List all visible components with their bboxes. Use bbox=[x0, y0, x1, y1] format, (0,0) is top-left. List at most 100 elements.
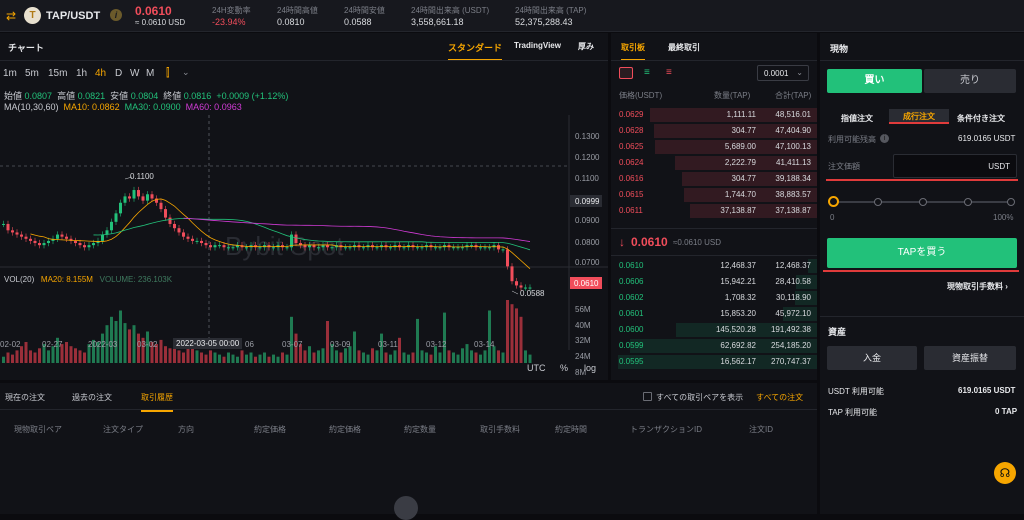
all-pairs-label[interactable]: すべての取引ペアを表示 bbox=[656, 392, 743, 403]
candle bbox=[506, 249, 509, 267]
book-mode-bids-icon[interactable]: ≡ bbox=[644, 67, 650, 78]
candle bbox=[483, 247, 487, 249]
volume-bar bbox=[384, 352, 388, 363]
percent-toggle[interactable]: % bbox=[560, 363, 568, 373]
fee-link[interactable]: 現物取引手数料 › bbox=[947, 281, 1008, 292]
precision-select[interactable]: 0.0001 ⌄ bbox=[757, 65, 809, 81]
stat-label: 24時間出来高 (TAP) bbox=[515, 6, 587, 15]
price-tick: 0.0800 bbox=[575, 238, 600, 247]
tab-order-history[interactable]: 過去の注文 bbox=[72, 392, 112, 403]
orderbook-total: 45,972.10 bbox=[775, 309, 811, 318]
slider-handle[interactable] bbox=[828, 196, 839, 207]
candle bbox=[47, 240, 50, 244]
tab-conditional-order[interactable]: 条件付き注文 bbox=[957, 113, 1005, 124]
support-chat-icon[interactable]: ☊ bbox=[994, 462, 1016, 484]
tab-depth[interactable]: 厚み bbox=[578, 41, 594, 52]
empty-state-icon bbox=[394, 496, 418, 520]
tab-recent-trades[interactable]: 最終取引 bbox=[668, 42, 700, 53]
orderbook-qty: 5,689.00 bbox=[724, 142, 756, 151]
candle bbox=[245, 247, 248, 249]
info-icon[interactable]: i bbox=[110, 9, 122, 21]
interval-5m[interactable]: 5m bbox=[25, 68, 39, 79]
pair-name[interactable]: TAP/USDT bbox=[46, 10, 100, 22]
candle bbox=[227, 247, 230, 249]
orderbook-row[interactable]: 0.0599 62,692.82 254,185.20 bbox=[611, 338, 817, 354]
book-mode-asks-icon[interactable]: ≡ bbox=[666, 67, 672, 78]
volume-bar bbox=[443, 312, 446, 363]
chevron-down-icon[interactable]: ⌄ bbox=[182, 67, 190, 78]
volume-bar bbox=[339, 352, 343, 363]
slider-step[interactable] bbox=[1007, 198, 1015, 206]
swap-icon[interactable]: ⇄ bbox=[6, 9, 16, 23]
orderbook-row[interactable]: 0.0602 1,708.32 30,118.90 bbox=[611, 290, 817, 306]
candle bbox=[141, 196, 145, 201]
orderbook-price: 0.0606 bbox=[619, 277, 644, 286]
orderbook-row[interactable]: 0.0629 1,111.11 48,516.01 bbox=[611, 107, 817, 123]
deposit-button[interactable]: 入金 bbox=[827, 346, 917, 370]
orderbook-row[interactable]: 0.0625 5,689.00 47,100.13 bbox=[611, 139, 817, 155]
sell-tab[interactable]: 売り bbox=[924, 69, 1016, 93]
tab-orderbook[interactable]: 取引板 bbox=[621, 42, 645, 61]
slider-step[interactable] bbox=[919, 198, 927, 206]
utc-toggle[interactable]: UTC bbox=[527, 363, 546, 373]
tab-limit-order[interactable]: 指値注文 bbox=[841, 113, 873, 124]
interval-4h[interactable]: 4h bbox=[95, 68, 106, 79]
last-price-row: ↓ 0.0610 ≈0.0610 USD bbox=[611, 228, 817, 256]
orderbook-row[interactable]: 0.0624 2,222.79 41,411.13 bbox=[611, 155, 817, 171]
orderbook-total: 28,410.58 bbox=[775, 277, 811, 286]
candle bbox=[375, 247, 379, 249]
interval-15m[interactable]: 15m bbox=[48, 68, 67, 79]
orderbook-row[interactable]: 0.0611 37,138.87 37,138.87 bbox=[611, 203, 817, 219]
col-order-type: 注文タイプ bbox=[103, 425, 143, 434]
stat-value: -23.94% bbox=[212, 17, 246, 27]
tab-tradingview[interactable]: TradingView bbox=[514, 41, 561, 50]
candle bbox=[218, 245, 221, 247]
volume-bar bbox=[366, 354, 370, 363]
orderbook-row[interactable]: 0.0595 16,562.17 270,747.37 bbox=[611, 354, 817, 370]
log-toggle[interactable]: log bbox=[584, 363, 596, 373]
tab-market-order[interactable]: 成行注文 bbox=[889, 109, 949, 124]
balance-value: 619.0165 USDT bbox=[958, 134, 1016, 143]
candle bbox=[6, 223, 10, 231]
interval-1h[interactable]: 1h bbox=[76, 68, 87, 79]
tab-open-orders[interactable]: 現在の注文 bbox=[5, 392, 45, 403]
volume-bar bbox=[474, 352, 478, 363]
orderbook-row[interactable]: 0.0610 12,468.37 12,468.37 bbox=[611, 258, 817, 274]
orderbook-row[interactable]: 0.0628 304.77 47,404.90 bbox=[611, 123, 817, 139]
stat-value: 0.0588 bbox=[344, 17, 372, 27]
interval-1m[interactable]: 1m bbox=[3, 68, 17, 79]
col-pair: 現物取引ペア bbox=[14, 425, 62, 434]
transfer-button[interactable]: 資産振替 bbox=[924, 346, 1016, 370]
orderbook-row[interactable]: 0.0616 304.77 39,188.34 bbox=[611, 171, 817, 187]
orderbook-row[interactable]: 0.0615 1,744.70 38,883.57 bbox=[611, 187, 817, 203]
amount-slider[interactable] bbox=[828, 196, 1016, 208]
last-price: 0.0610 bbox=[135, 4, 172, 18]
all-orders-link[interactable]: すべての注文 bbox=[756, 392, 803, 403]
orderbook-row[interactable]: 0.0600 145,520.28 191,492.38 bbox=[611, 322, 817, 338]
orderbook-row[interactable]: 0.0601 15,853.20 45,972.10 bbox=[611, 306, 817, 322]
candle-type-icon[interactable]: ⫿ bbox=[166, 67, 170, 80]
chart-title: チャート bbox=[8, 43, 44, 53]
volume-bar bbox=[227, 352, 230, 363]
buy-tab[interactable]: 買い bbox=[827, 69, 922, 93]
book-mode-both-icon[interactable] bbox=[619, 67, 633, 79]
all-pairs-checkbox[interactable] bbox=[643, 392, 652, 401]
orderbook-price: 0.0595 bbox=[619, 357, 644, 366]
orderbook-row[interactable]: 0.0606 15,942.21 28,410.58 bbox=[611, 274, 817, 290]
slider-step[interactable] bbox=[964, 198, 972, 206]
candle bbox=[456, 247, 460, 249]
orderbook-qty: 2,222.79 bbox=[724, 158, 756, 167]
slider-step[interactable] bbox=[874, 198, 882, 206]
col-fill-qty: 約定数量 bbox=[404, 425, 436, 434]
interval-w[interactable]: W bbox=[130, 68, 139, 79]
tab-standard[interactable]: スタンダード bbox=[448, 41, 503, 61]
candle bbox=[312, 245, 316, 248]
interval-d[interactable]: D bbox=[115, 68, 122, 79]
amount-input[interactable]: USDT bbox=[893, 154, 1017, 178]
interval-m[interactable]: M bbox=[146, 68, 154, 79]
buy-tap-button[interactable]: TAPを買う bbox=[827, 238, 1017, 268]
candle bbox=[452, 247, 455, 249]
info-icon[interactable]: i bbox=[880, 134, 889, 143]
volume-bar bbox=[438, 352, 442, 363]
stat-value: 3,558,661.18 bbox=[411, 17, 464, 27]
